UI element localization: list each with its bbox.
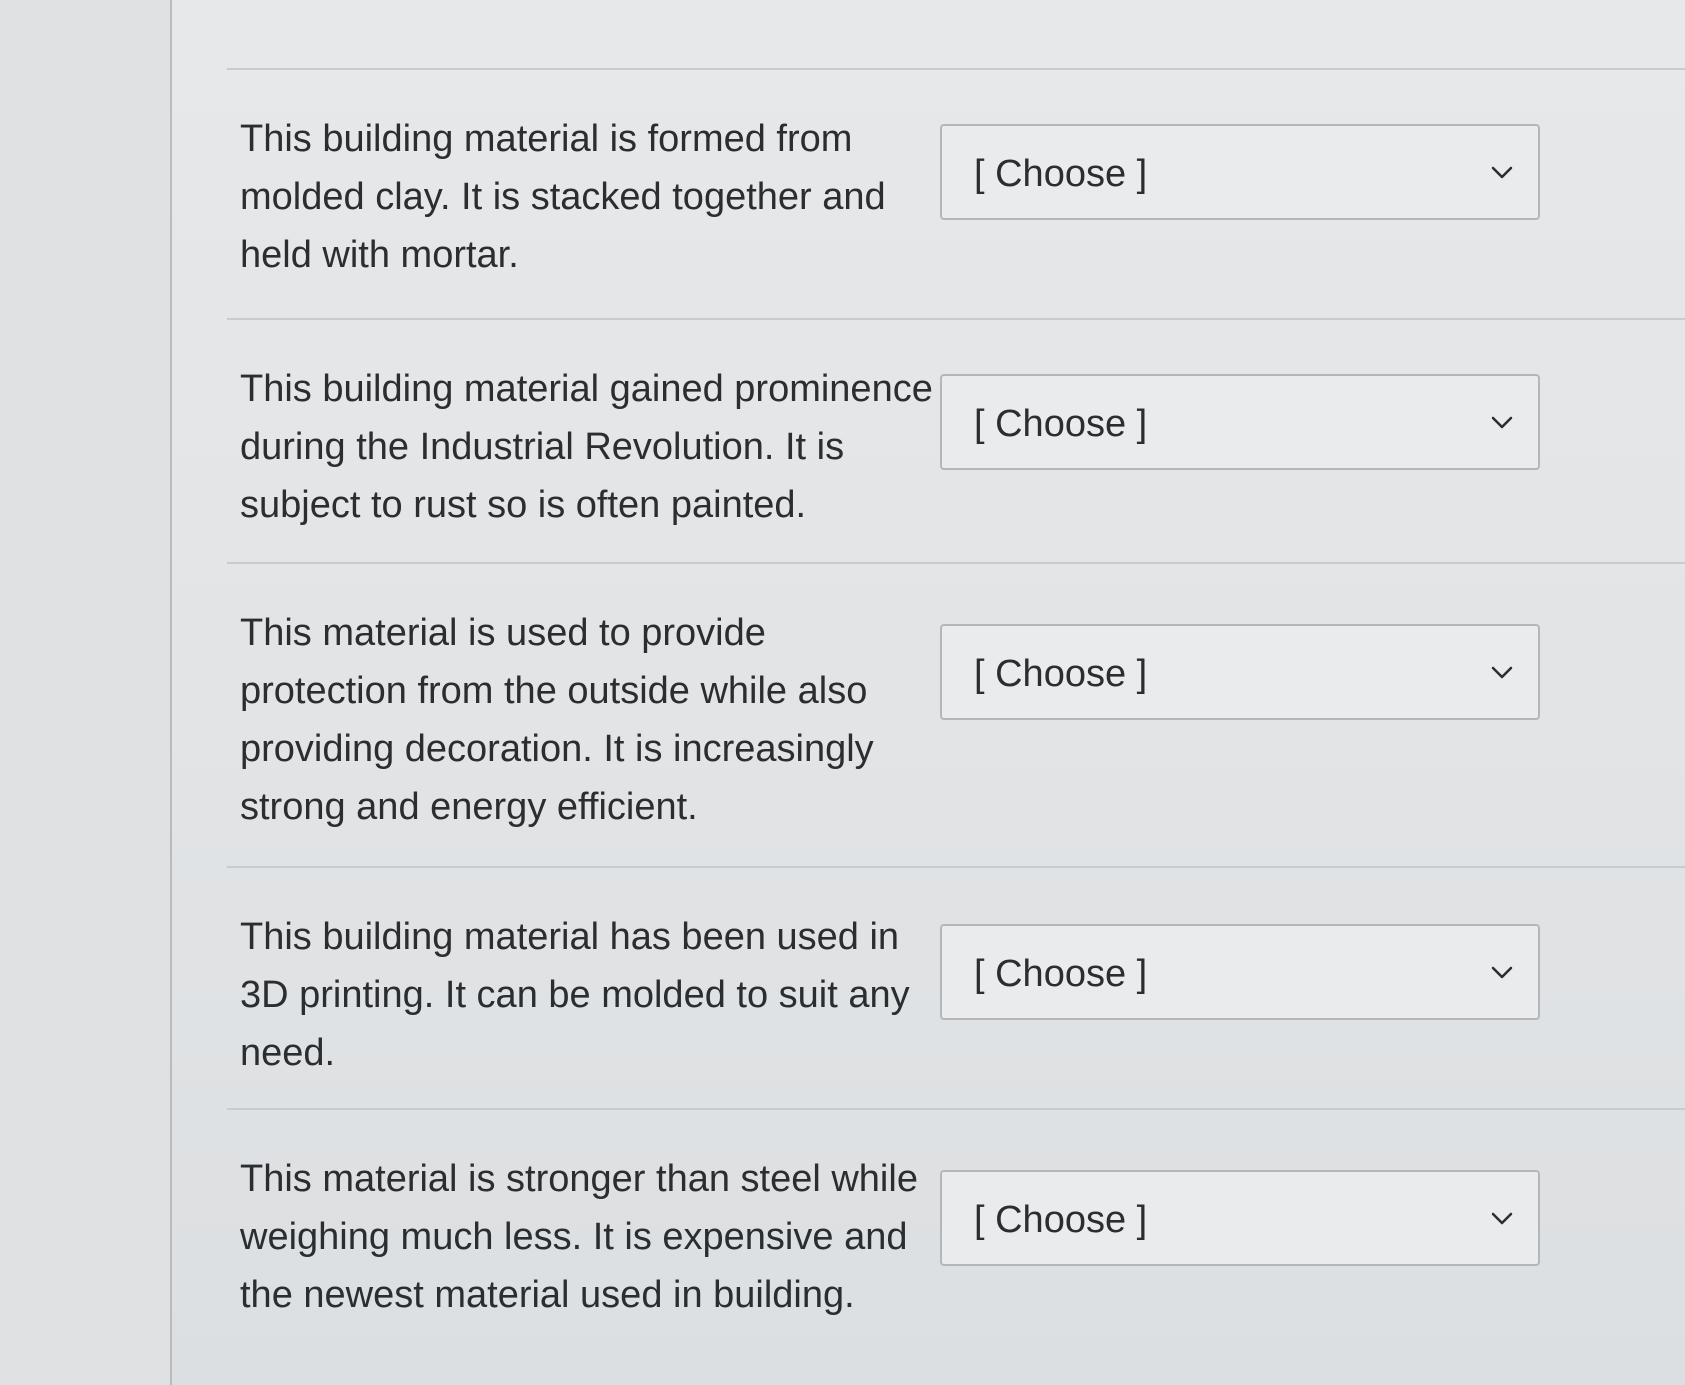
question-4-answer-dropdown[interactable]: [ Choose ] bbox=[940, 924, 1540, 1020]
chevron-down-icon bbox=[1491, 666, 1513, 679]
question-5-text: This material is stronger than steel whi… bbox=[240, 1158, 918, 1316]
question-1-text: This building material is formed from mo… bbox=[240, 118, 886, 276]
question-5-answer-dropdown[interactable]: [ Choose ] bbox=[940, 1170, 1540, 1266]
matching-question-panel: This building material is formed from mo… bbox=[172, 0, 1685, 1385]
question-2-answer-dropdown[interactable]: [ Choose ] bbox=[940, 374, 1540, 470]
dropdown-selected-value: [ Choose ] bbox=[974, 403, 1148, 445]
question-2-text: This building material gained prominence… bbox=[240, 368, 933, 526]
left-gutter bbox=[0, 0, 172, 1385]
divider bbox=[227, 68, 1685, 70]
divider bbox=[227, 318, 1685, 320]
dropdown-selected-value: [ Choose ] bbox=[974, 953, 1148, 995]
question-3-answer-dropdown[interactable]: [ Choose ] bbox=[940, 624, 1540, 720]
dropdown-selected-value: [ Choose ] bbox=[974, 653, 1148, 695]
question-4-text: This building material has been used in … bbox=[240, 916, 910, 1074]
dropdown-selected-value: [ Choose ] bbox=[974, 153, 1148, 195]
divider bbox=[227, 866, 1685, 868]
question-1-answer-dropdown[interactable]: [ Choose ] bbox=[940, 124, 1540, 220]
chevron-down-icon bbox=[1491, 416, 1513, 429]
divider bbox=[227, 1108, 1685, 1110]
dropdown-selected-value: [ Choose ] bbox=[974, 1199, 1148, 1241]
divider bbox=[227, 562, 1685, 564]
chevron-down-icon bbox=[1491, 166, 1513, 179]
chevron-down-icon bbox=[1491, 1212, 1513, 1225]
chevron-down-icon bbox=[1491, 966, 1513, 979]
question-3-text: This material is used to provide protect… bbox=[240, 612, 874, 828]
